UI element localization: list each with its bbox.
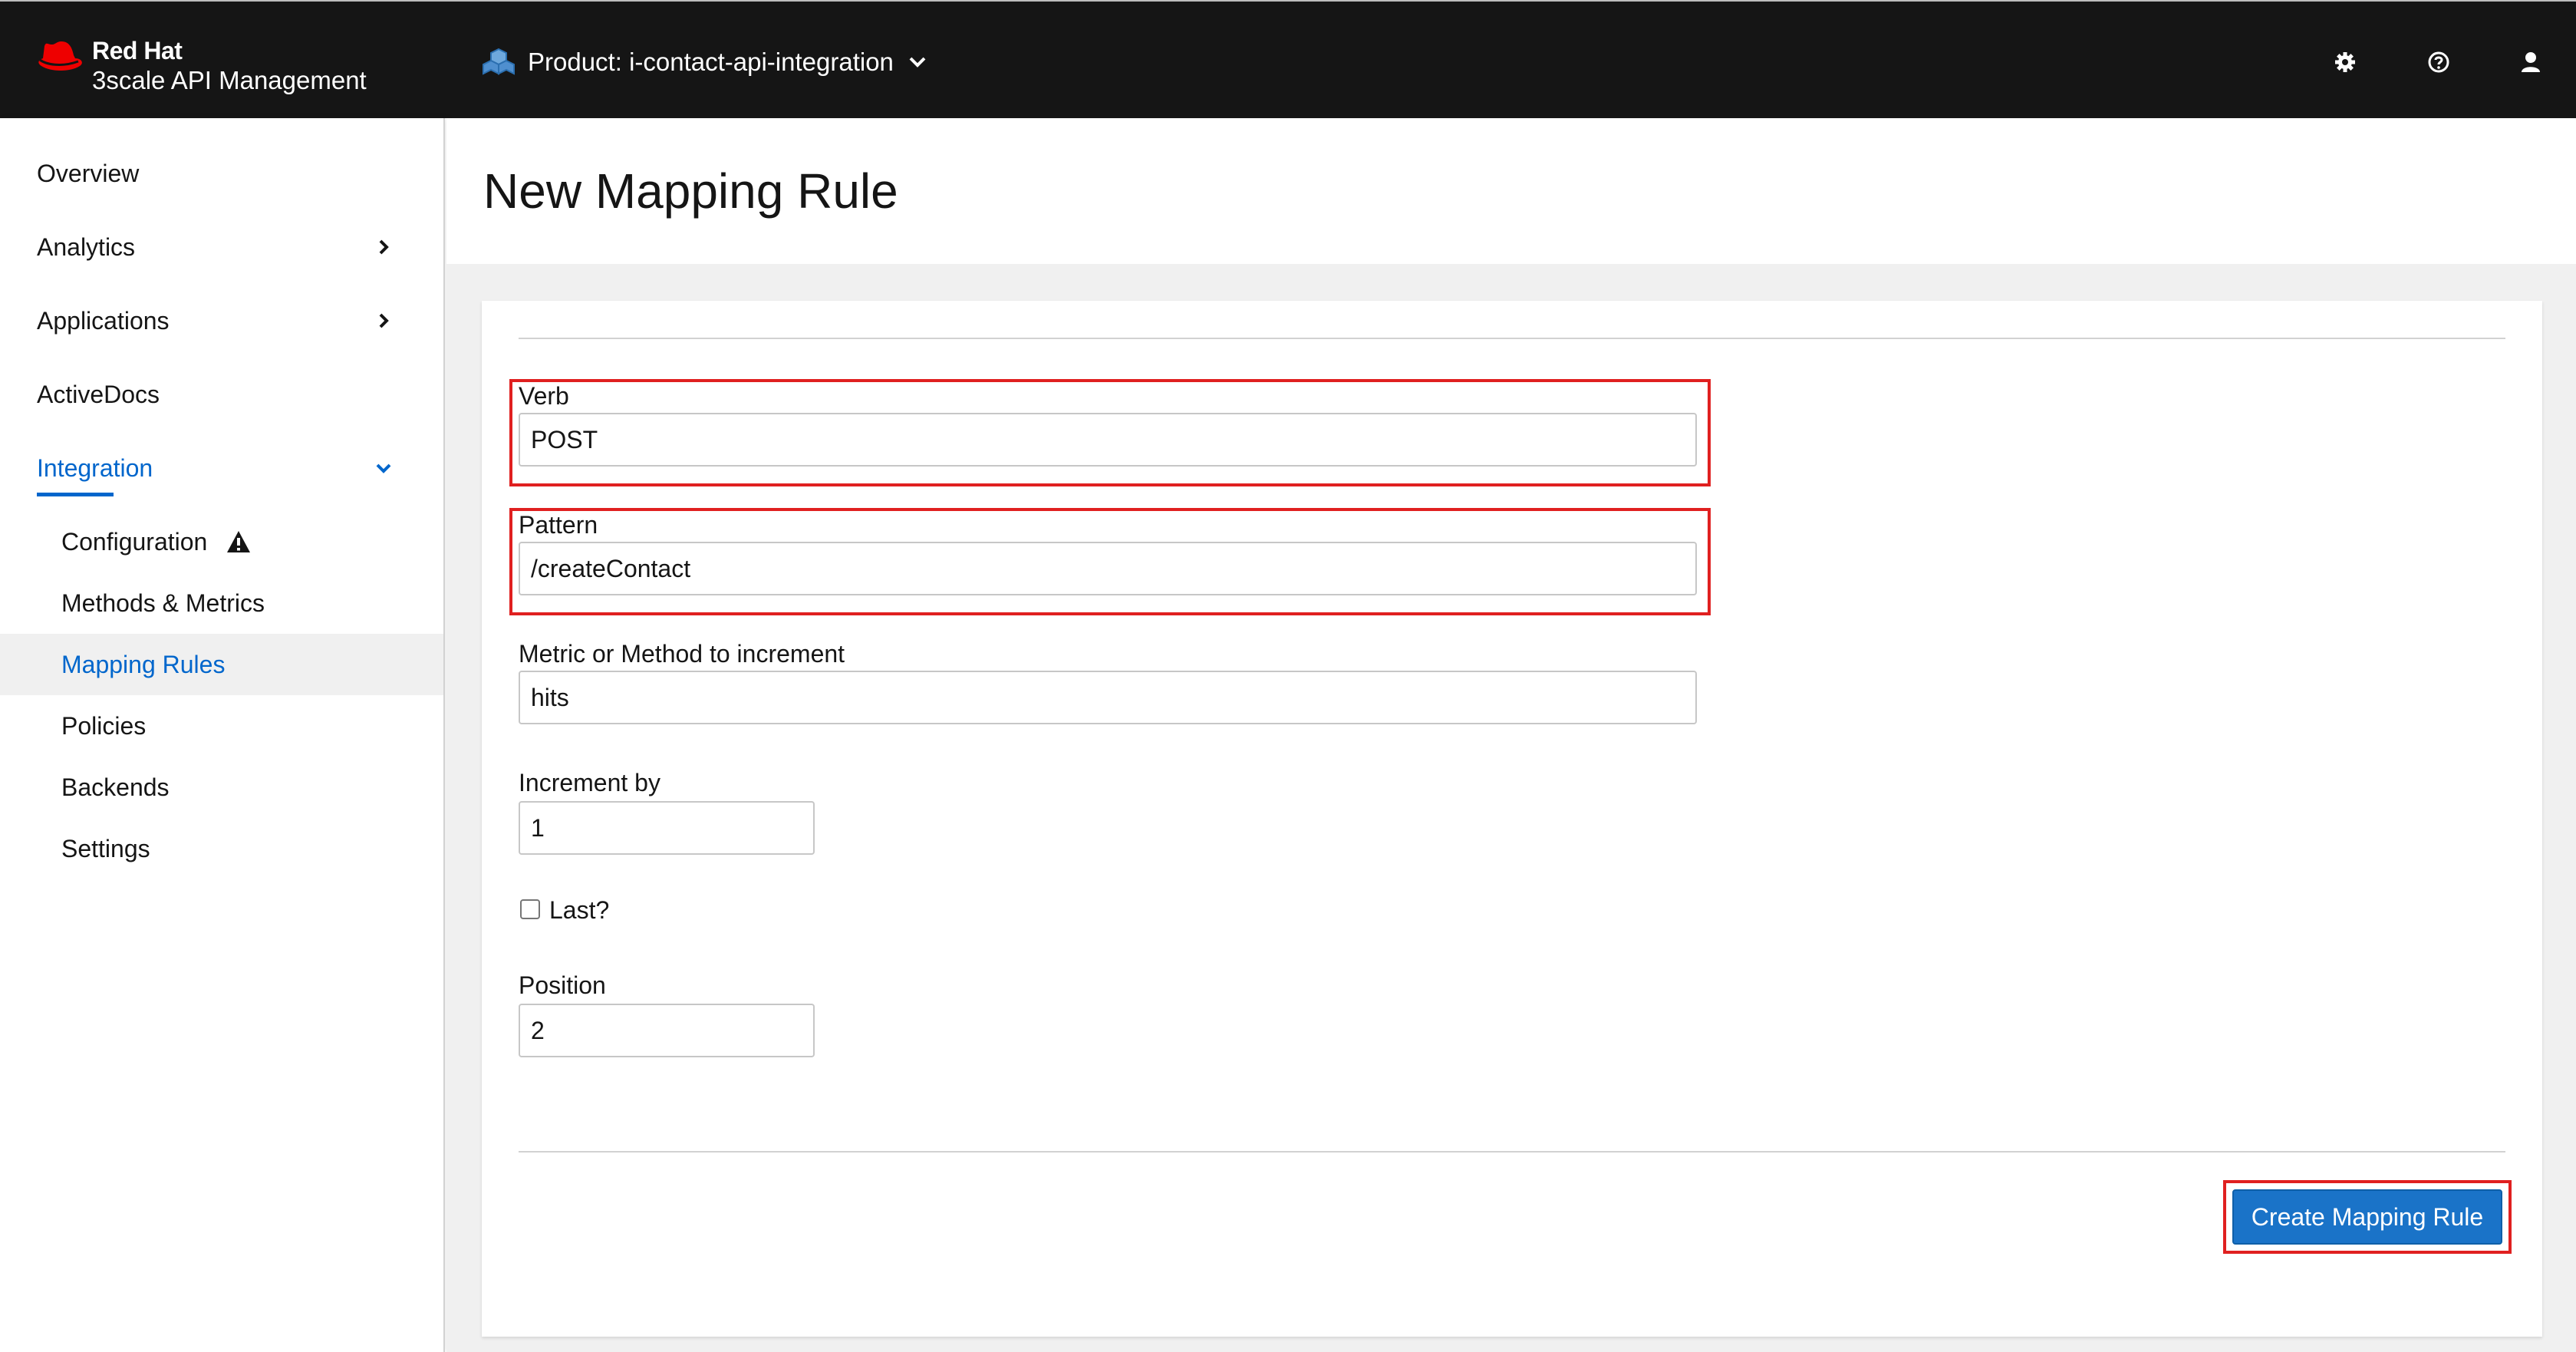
sidebar-subitem-label: Mapping Rules: [61, 650, 226, 678]
sidebar-item-label: Overview: [37, 159, 140, 187]
sidebar-subitem-settings[interactable]: Settings: [0, 818, 443, 879]
chevron-down-icon: [376, 463, 391, 473]
product-context-label: Product: i-contact-api-integration: [528, 48, 894, 76]
verb-label: Verb: [519, 382, 569, 410]
sidebar-item-label: Integration: [37, 453, 153, 482]
sidebar-item-activedocs[interactable]: ActiveDocs: [0, 364, 443, 425]
sidebar-item-applications[interactable]: Applications: [0, 290, 443, 351]
product-cubes-icon: [483, 48, 515, 75]
brand-logo[interactable]: Red Hat 3scale API Management: [35, 32, 404, 94]
sidebar-item-analytics[interactable]: Analytics: [0, 216, 443, 278]
brand-product: 3scale API Management: [92, 66, 367, 94]
red-hat-logo-icon: [38, 41, 82, 71]
masthead: Red Hat 3scale API Management Product: i…: [0, 0, 2576, 118]
sidebar-subitem-mapping-rules[interactable]: Mapping Rules: [0, 634, 443, 695]
brand-name: Red Hat: [92, 37, 183, 64]
pattern-field[interactable]: [519, 542, 1697, 595]
sidebar-subitem-policies[interactable]: Policies: [0, 695, 443, 757]
sidebar-item-label: Analytics: [37, 232, 136, 261]
last-label: Last?: [549, 896, 610, 924]
chevron-right-icon: [379, 239, 389, 255]
sidebar-subitem-configuration[interactable]: Configuration: [0, 511, 443, 572]
sidebar-subitem-methods-metrics[interactable]: Methods & Metrics: [0, 572, 443, 634]
gear-icon[interactable]: [2334, 51, 2357, 74]
sidebar-item-label: ActiveDocs: [37, 380, 160, 408]
position-field[interactable]: [519, 1004, 815, 1057]
form-bottom-divider: [519, 1151, 2505, 1152]
sidebar-subitem-label: Settings: [61, 834, 150, 862]
metric-label: Metric or Method to increment: [519, 640, 845, 668]
help-icon[interactable]: [2427, 51, 2450, 74]
last-checkbox[interactable]: [520, 899, 540, 919]
increment-label: Increment by: [519, 769, 660, 796]
sidebar-item-label: Applications: [37, 306, 170, 335]
pattern-label: Pattern: [519, 511, 598, 539]
increment-field[interactable]: [519, 801, 815, 855]
user-icon[interactable]: [2519, 51, 2542, 74]
sidebar-item-overview[interactable]: Overview: [0, 143, 443, 204]
sidebar-item-integration[interactable]: Integration: [0, 437, 443, 499]
form-top-divider: [519, 338, 2505, 339]
mapping-rule-form: Verb Pattern Metric or Method to increme…: [482, 301, 2542, 1337]
active-indicator: [37, 493, 114, 496]
chevron-right-icon: [379, 313, 389, 328]
position-label: Position: [519, 971, 606, 999]
sidebar-subitem-label: Methods & Metrics: [61, 589, 265, 617]
page-title: New Mapping Rule: [483, 163, 898, 219]
sidebar-nav: Overview Analytics Applications ActiveDo…: [0, 118, 445, 1352]
warning-icon: [227, 531, 251, 552]
page-header: New Mapping Rule: [446, 118, 2576, 264]
chevron-down-icon: [909, 57, 926, 68]
verb-field[interactable]: [519, 413, 1697, 467]
sidebar-subitem-label: Configuration: [61, 527, 208, 556]
sidebar-subitem-label: Policies: [61, 711, 147, 740]
sidebar-subitem-backends[interactable]: Backends: [0, 757, 443, 818]
product-context-selector[interactable]: Product: i-contact-api-integration: [482, 45, 931, 80]
sidebar-subitem-label: Backends: [61, 773, 170, 801]
metric-field[interactable]: [519, 671, 1697, 724]
create-mapping-rule-button[interactable]: Create Mapping Rule: [2232, 1189, 2502, 1245]
